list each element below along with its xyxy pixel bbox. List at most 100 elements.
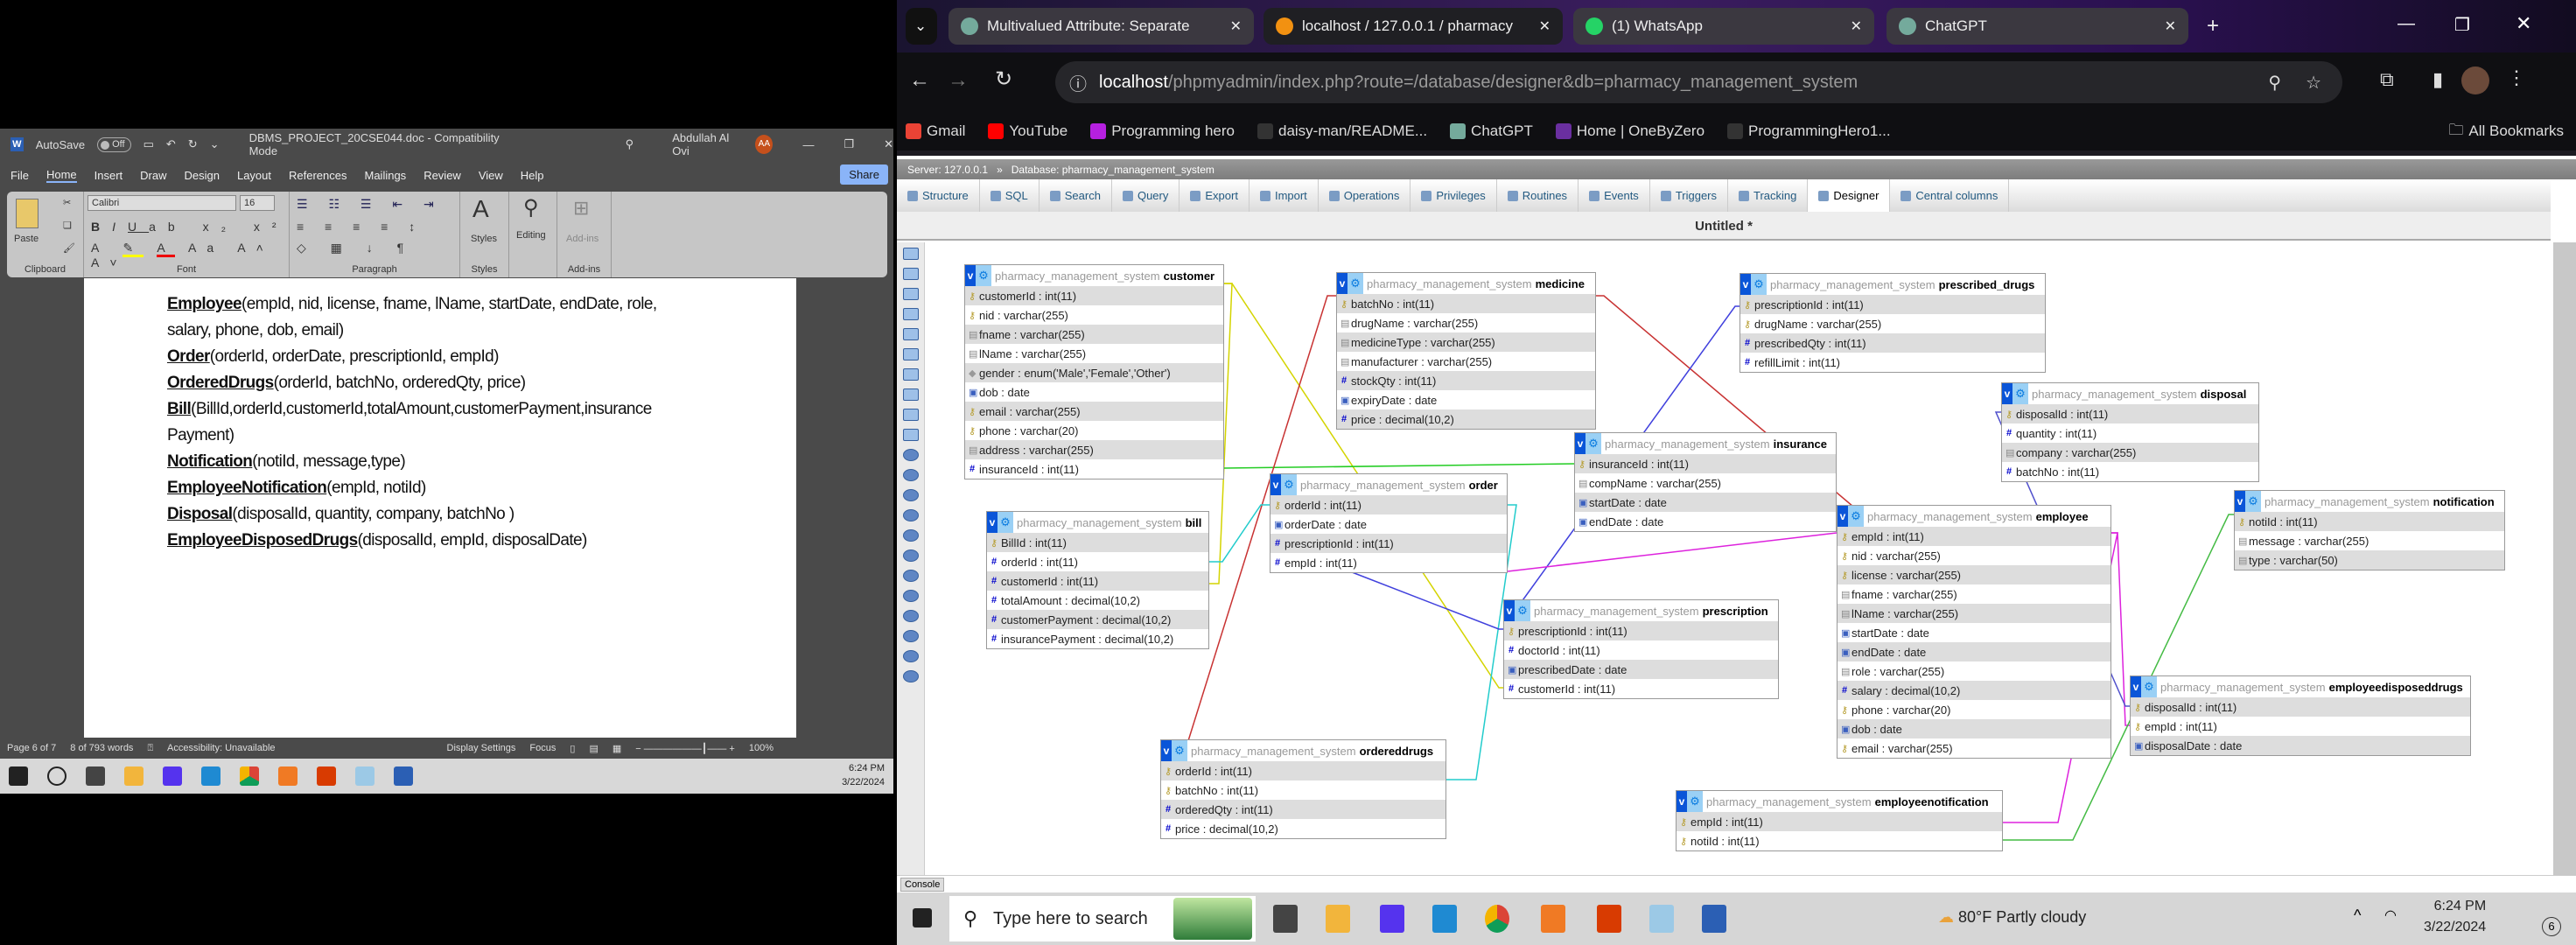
- ribbon-tab-view[interactable]: View: [479, 169, 503, 182]
- table-field[interactable]: ⚷ prescriptionId : int(11): [1740, 295, 2045, 314]
- table-field[interactable]: ⚷ orderId : int(11): [1270, 495, 1507, 514]
- tab-structure[interactable]: Structure: [897, 179, 980, 212]
- tab-tracking[interactable]: Tracking: [1728, 179, 1809, 212]
- table-header[interactable]: v ⚙ pharmacy_management_system bill: [987, 512, 1208, 533]
- open-page-icon[interactable]: [902, 308, 919, 320]
- tab-export[interactable]: Export: [1180, 179, 1250, 212]
- toggle-columns-icon[interactable]: v: [2002, 383, 2012, 404]
- table-field[interactable]: ▤ type : varchar(50): [2235, 550, 2504, 570]
- save-icon[interactable]: [902, 348, 919, 360]
- site-info-icon[interactable]: ⓘ: [1069, 70, 1087, 95]
- toggle-columns-icon[interactable]: v: [2131, 676, 2141, 697]
- file-explorer-icon[interactable]: [124, 766, 144, 786]
- table-notification[interactable]: v ⚙ pharmacy_management_system notification…: [2234, 490, 2505, 570]
- undo-icon[interactable]: ↶: [166, 137, 176, 151]
- minimize-button[interactable]: —: [802, 138, 814, 151]
- word-icon[interactable]: [1702, 905, 1726, 933]
- tab-close-icon[interactable]: ✕: [1851, 18, 1862, 35]
- relation-icon[interactable]: [902, 429, 919, 441]
- browser-tab[interactable]: Multivalued Attribute: Separate ✕: [948, 8, 1254, 45]
- weather-widget[interactable]: ☁ 80°F Partly cloudy: [1938, 908, 2086, 927]
- toggle-columns-icon[interactable]: v: [965, 265, 976, 286]
- table-field[interactable]: # stockQty : int(11): [1337, 371, 1595, 390]
- table-field[interactable]: ▤ manufacturer : varchar(255): [1337, 352, 1595, 371]
- mail-icon[interactable]: [86, 766, 105, 786]
- xampp-icon[interactable]: [1541, 905, 1565, 933]
- bookmark-item[interactable]: daisy-man/README...: [1257, 122, 1427, 140]
- table-medicine[interactable]: v ⚙ pharmacy_management_system medicine ⚷ bat…: [1336, 272, 1596, 430]
- menu-icon[interactable]: ⋮: [2507, 66, 2526, 89]
- table-field[interactable]: ▤ company : varchar(255): [2002, 443, 2258, 462]
- table-header[interactable]: v ⚙ pharmacy_management_system prescription: [1504, 600, 1778, 621]
- edit-icon[interactable]: [902, 328, 919, 340]
- server-link[interactable]: Server: 127.0.0.1: [907, 164, 988, 176]
- table-field[interactable]: # prescribedQty : int(11): [1740, 333, 2045, 353]
- tab-query[interactable]: Query: [1112, 179, 1180, 212]
- info-icon[interactable]: [902, 489, 919, 501]
- designer-canvas[interactable]: v ⚙ pharmacy_management_system customer ⚷ cus…: [897, 242, 2551, 875]
- print-layout-icon[interactable]: ▤: [589, 743, 598, 754]
- search-icon[interactable]: ⚲: [626, 137, 634, 151]
- table-options-icon[interactable]: ⚙: [1172, 740, 1187, 761]
- table-field[interactable]: ⚷ nid : varchar(255): [1838, 546, 2110, 565]
- autosave-toggle[interactable]: Off: [97, 136, 131, 152]
- redo-icon[interactable]: ↻: [188, 137, 198, 151]
- intellij-icon[interactable]: [163, 766, 182, 786]
- proofing-icon[interactable]: ⍰: [147, 743, 153, 754]
- zoom-icon[interactable]: ⚲: [2268, 72, 2281, 94]
- bookmark-item[interactable]: Gmail: [906, 122, 965, 140]
- table-field[interactable]: ⚷ drugName : varchar(255): [1740, 314, 2045, 333]
- export-icon[interactable]: [902, 650, 919, 662]
- bookmark-item[interactable]: Home | OneByZero: [1555, 122, 1704, 140]
- table-field[interactable]: ⚷ orderId : int(11): [1161, 761, 1446, 780]
- ribbon-tab-layout[interactable]: Layout: [237, 169, 271, 182]
- table-field[interactable]: ⚷ nid : varchar(255): [965, 305, 1223, 325]
- toggle-columns-icon[interactable]: v: [1575, 433, 1586, 454]
- relation-bill-order[interactable]: [1209, 504, 1270, 563]
- table-options-icon[interactable]: ⚙: [2141, 676, 2157, 697]
- toggle-columns-icon[interactable]: v: [1337, 273, 1348, 294]
- delete-page-icon[interactable]: [902, 388, 919, 401]
- table-field[interactable]: ▤ drugName : varchar(255): [1337, 313, 1595, 332]
- share-button[interactable]: Share: [840, 164, 888, 185]
- align-buttons[interactable]: ≡ ≡ ≡ ≡ ↕: [297, 220, 424, 234]
- font-size-select[interactable]: 16: [240, 195, 275, 211]
- table-field[interactable]: ⚷ email : varchar(255): [965, 402, 1223, 421]
- table-field[interactable]: ▤ fname : varchar(255): [1838, 584, 2110, 604]
- save-icon[interactable]: ▭: [144, 137, 154, 151]
- table-ordereddrugs[interactable]: v ⚙ pharmacy_management_system ordereddrugs…: [1160, 739, 1446, 839]
- database-link[interactable]: Database: pharmacy_management_system: [1012, 164, 1214, 176]
- table-header[interactable]: v ⚙ pharmacy_management_system prescribed_d…: [1740, 274, 2045, 295]
- table-field[interactable]: # customerId : int(11): [987, 571, 1208, 591]
- ribbon-tab-draw[interactable]: Draw: [140, 169, 166, 182]
- table-options-icon[interactable]: ⚙: [2245, 491, 2261, 512]
- table-options-icon[interactable]: ⚙: [1687, 791, 1703, 812]
- table-options-icon[interactable]: ⚙: [1348, 273, 1363, 294]
- clock[interactable]: 6:24 PM 3/22/2024: [2424, 896, 2486, 938]
- table-order[interactable]: v ⚙ pharmacy_management_system order ⚷ orderI…: [1270, 473, 1508, 573]
- table-field[interactable]: ▤ message : varchar(255): [2235, 531, 2504, 550]
- toggle-columns-icon[interactable]: v: [2235, 491, 2245, 512]
- help-icon[interactable]: [902, 469, 919, 481]
- table-options-icon[interactable]: ⚙: [1751, 274, 1767, 295]
- file-explorer-icon[interactable]: [1326, 905, 1350, 933]
- bookmark-item[interactable]: YouTube: [988, 122, 1068, 140]
- table-field[interactable]: ▤ lName : varchar(255): [1838, 604, 2110, 623]
- ribbon-tab-file[interactable]: File: [10, 169, 29, 182]
- toggle-tables-icon[interactable]: [902, 570, 919, 582]
- address-bar[interactable]: ⓘ localhost/phpmyadmin/index.php?route=/…: [1055, 61, 2342, 103]
- table-employee[interactable]: v ⚙ pharmacy_management_system employee ⚷ emp…: [1837, 505, 2111, 759]
- table-bill[interactable]: v ⚙ pharmacy_management_system bill ⚷ BillId …: [986, 511, 1209, 649]
- reload-button[interactable]: ↻: [995, 66, 1012, 92]
- table-employeenotification[interactable]: v ⚙ pharmacy_management_system employeenoti…: [1676, 790, 2003, 851]
- table-field[interactable]: # prescriptionId : int(11): [1270, 534, 1507, 553]
- table-field[interactable]: ⚷ empId : int(11): [1838, 527, 2110, 546]
- xampp-icon[interactable]: [278, 766, 298, 786]
- tab-sql[interactable]: SQL: [980, 179, 1040, 212]
- table-disposal[interactable]: v ⚙ pharmacy_management_system disposal ⚷ dis…: [2001, 382, 2259, 482]
- table-field[interactable]: ⚷ prescriptionId : int(11): [1504, 621, 1778, 640]
- close-button[interactable]: ✕: [884, 137, 893, 151]
- editing-search-icon[interactable]: ⚲: [523, 195, 539, 220]
- table-field[interactable]: # salary : decimal(10,2): [1838, 681, 2110, 700]
- display-settings-button[interactable]: Display Settings: [447, 743, 516, 753]
